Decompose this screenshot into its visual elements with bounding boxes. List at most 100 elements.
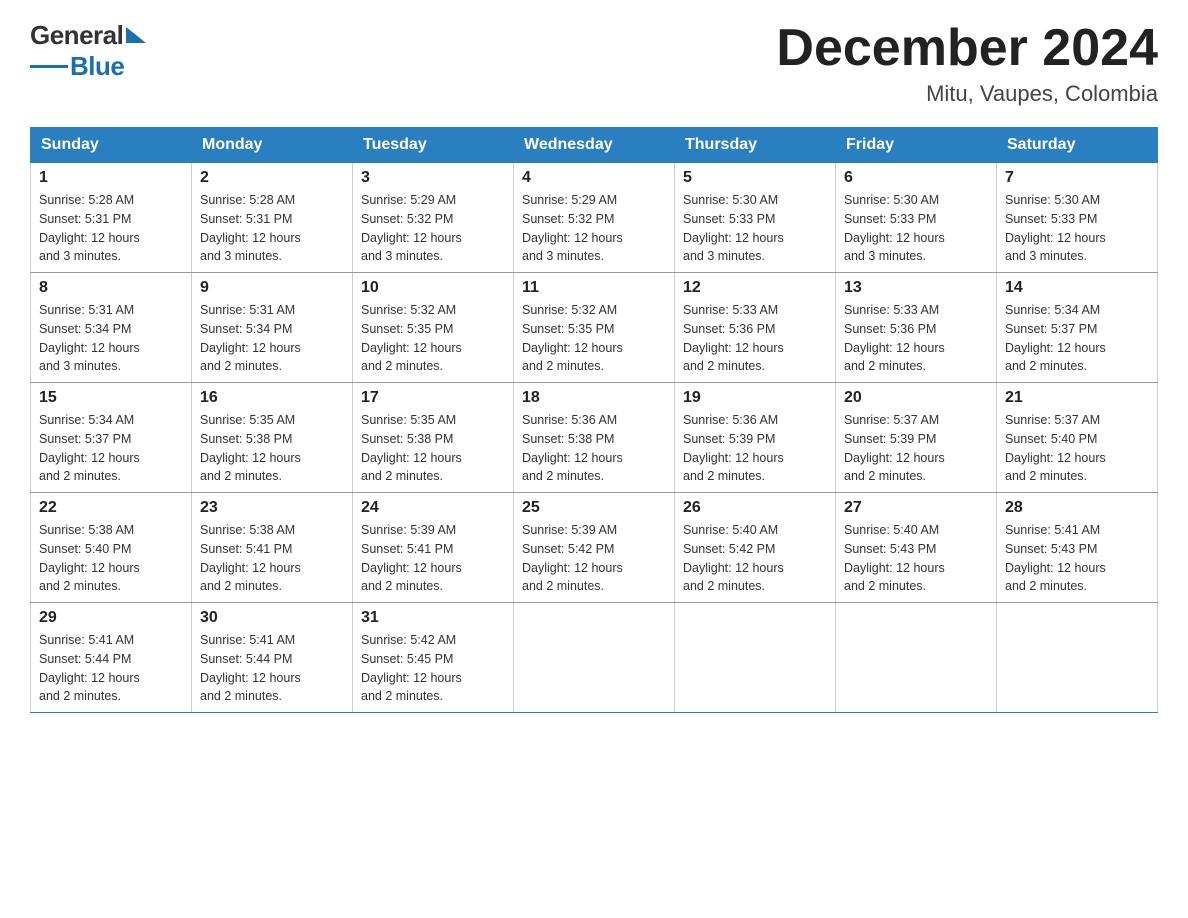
day-number: 25 xyxy=(522,499,666,517)
day-info: Sunrise: 5:28 AM Sunset: 5:31 PM Dayligh… xyxy=(39,191,183,266)
calendar-week-row-1: 1 Sunrise: 5:28 AM Sunset: 5:31 PM Dayli… xyxy=(31,163,1158,273)
day-number: 27 xyxy=(844,499,988,517)
day-number: 5 xyxy=(683,169,827,187)
day-info: Sunrise: 5:31 AM Sunset: 5:34 PM Dayligh… xyxy=(200,301,344,376)
day-number: 21 xyxy=(1005,389,1149,407)
day-number: 4 xyxy=(522,169,666,187)
day-number: 7 xyxy=(1005,169,1149,187)
calendar-cell: 11 Sunrise: 5:32 AM Sunset: 5:35 PM Dayl… xyxy=(514,273,675,383)
day-info: Sunrise: 5:28 AM Sunset: 5:31 PM Dayligh… xyxy=(200,191,344,266)
day-info: Sunrise: 5:31 AM Sunset: 5:34 PM Dayligh… xyxy=(39,301,183,376)
day-info: Sunrise: 5:35 AM Sunset: 5:38 PM Dayligh… xyxy=(361,411,505,486)
calendar-week-row-3: 15 Sunrise: 5:34 AM Sunset: 5:37 PM Dayl… xyxy=(31,383,1158,493)
day-info: Sunrise: 5:30 AM Sunset: 5:33 PM Dayligh… xyxy=(844,191,988,266)
calendar-cell: 8 Sunrise: 5:31 AM Sunset: 5:34 PM Dayli… xyxy=(31,273,192,383)
day-number: 1 xyxy=(39,169,183,187)
day-info: Sunrise: 5:35 AM Sunset: 5:38 PM Dayligh… xyxy=(200,411,344,486)
day-info: Sunrise: 5:36 AM Sunset: 5:39 PM Dayligh… xyxy=(683,411,827,486)
day-number: 15 xyxy=(39,389,183,407)
header-wednesday: Wednesday xyxy=(514,128,675,163)
calendar-cell xyxy=(675,603,836,713)
calendar-week-row-2: 8 Sunrise: 5:31 AM Sunset: 5:34 PM Dayli… xyxy=(31,273,1158,383)
calendar-cell: 21 Sunrise: 5:37 AM Sunset: 5:40 PM Dayl… xyxy=(997,383,1158,493)
calendar-cell: 5 Sunrise: 5:30 AM Sunset: 5:33 PM Dayli… xyxy=(675,163,836,273)
calendar-week-row-4: 22 Sunrise: 5:38 AM Sunset: 5:40 PM Dayl… xyxy=(31,493,1158,603)
calendar-cell: 10 Sunrise: 5:32 AM Sunset: 5:35 PM Dayl… xyxy=(353,273,514,383)
day-number: 6 xyxy=(844,169,988,187)
calendar-cell: 27 Sunrise: 5:40 AM Sunset: 5:43 PM Dayl… xyxy=(836,493,997,603)
calendar-cell: 9 Sunrise: 5:31 AM Sunset: 5:34 PM Dayli… xyxy=(192,273,353,383)
day-number: 3 xyxy=(361,169,505,187)
day-number: 14 xyxy=(1005,279,1149,297)
day-info: Sunrise: 5:32 AM Sunset: 5:35 PM Dayligh… xyxy=(522,301,666,376)
day-number: 23 xyxy=(200,499,344,517)
day-number: 2 xyxy=(200,169,344,187)
day-info: Sunrise: 5:34 AM Sunset: 5:37 PM Dayligh… xyxy=(1005,301,1149,376)
day-info: Sunrise: 5:37 AM Sunset: 5:40 PM Dayligh… xyxy=(1005,411,1149,486)
calendar-cell: 17 Sunrise: 5:35 AM Sunset: 5:38 PM Dayl… xyxy=(353,383,514,493)
calendar-cell xyxy=(514,603,675,713)
header-tuesday: Tuesday xyxy=(353,128,514,163)
calendar-cell: 20 Sunrise: 5:37 AM Sunset: 5:39 PM Dayl… xyxy=(836,383,997,493)
calendar-cell: 14 Sunrise: 5:34 AM Sunset: 5:37 PM Dayl… xyxy=(997,273,1158,383)
calendar-cell xyxy=(836,603,997,713)
calendar-cell: 25 Sunrise: 5:39 AM Sunset: 5:42 PM Dayl… xyxy=(514,493,675,603)
calendar-week-row-5: 29 Sunrise: 5:41 AM Sunset: 5:44 PM Dayl… xyxy=(31,603,1158,713)
calendar-cell: 31 Sunrise: 5:42 AM Sunset: 5:45 PM Dayl… xyxy=(353,603,514,713)
page-header: General Blue December 2024 Mitu, Vaupes,… xyxy=(30,20,1158,107)
calendar-cell: 13 Sunrise: 5:33 AM Sunset: 5:36 PM Dayl… xyxy=(836,273,997,383)
day-info: Sunrise: 5:41 AM Sunset: 5:43 PM Dayligh… xyxy=(1005,521,1149,596)
location-subtitle: Mitu, Vaupes, Colombia xyxy=(776,81,1158,107)
calendar-cell xyxy=(997,603,1158,713)
calendar-cell: 18 Sunrise: 5:36 AM Sunset: 5:38 PM Dayl… xyxy=(514,383,675,493)
calendar-cell: 3 Sunrise: 5:29 AM Sunset: 5:32 PM Dayli… xyxy=(353,163,514,273)
calendar-cell: 12 Sunrise: 5:33 AM Sunset: 5:36 PM Dayl… xyxy=(675,273,836,383)
header-sunday: Sunday xyxy=(31,128,192,163)
calendar-cell: 19 Sunrise: 5:36 AM Sunset: 5:39 PM Dayl… xyxy=(675,383,836,493)
logo-underline xyxy=(30,65,68,68)
calendar-cell: 7 Sunrise: 5:30 AM Sunset: 5:33 PM Dayli… xyxy=(997,163,1158,273)
calendar-cell: 22 Sunrise: 5:38 AM Sunset: 5:40 PM Dayl… xyxy=(31,493,192,603)
calendar-cell: 24 Sunrise: 5:39 AM Sunset: 5:41 PM Dayl… xyxy=(353,493,514,603)
calendar-table: Sunday Monday Tuesday Wednesday Thursday… xyxy=(30,127,1158,713)
calendar-cell: 16 Sunrise: 5:35 AM Sunset: 5:38 PM Dayl… xyxy=(192,383,353,493)
day-number: 13 xyxy=(844,279,988,297)
day-number: 20 xyxy=(844,389,988,407)
day-number: 16 xyxy=(200,389,344,407)
day-info: Sunrise: 5:32 AM Sunset: 5:35 PM Dayligh… xyxy=(361,301,505,376)
day-number: 10 xyxy=(361,279,505,297)
day-info: Sunrise: 5:37 AM Sunset: 5:39 PM Dayligh… xyxy=(844,411,988,486)
calendar-cell: 26 Sunrise: 5:40 AM Sunset: 5:42 PM Dayl… xyxy=(675,493,836,603)
logo-triangle-icon xyxy=(126,27,146,43)
day-info: Sunrise: 5:33 AM Sunset: 5:36 PM Dayligh… xyxy=(683,301,827,376)
logo-general-text: General xyxy=(30,20,123,51)
day-info: Sunrise: 5:29 AM Sunset: 5:32 PM Dayligh… xyxy=(361,191,505,266)
day-info: Sunrise: 5:33 AM Sunset: 5:36 PM Dayligh… xyxy=(844,301,988,376)
day-number: 17 xyxy=(361,389,505,407)
calendar-cell: 1 Sunrise: 5:28 AM Sunset: 5:31 PM Dayli… xyxy=(31,163,192,273)
day-info: Sunrise: 5:39 AM Sunset: 5:41 PM Dayligh… xyxy=(361,521,505,596)
day-number: 18 xyxy=(522,389,666,407)
logo-blue-text: Blue xyxy=(70,51,124,82)
calendar-header-row: Sunday Monday Tuesday Wednesday Thursday… xyxy=(31,128,1158,163)
calendar-cell: 15 Sunrise: 5:34 AM Sunset: 5:37 PM Dayl… xyxy=(31,383,192,493)
day-info: Sunrise: 5:40 AM Sunset: 5:43 PM Dayligh… xyxy=(844,521,988,596)
calendar-cell: 23 Sunrise: 5:38 AM Sunset: 5:41 PM Dayl… xyxy=(192,493,353,603)
logo: General Blue xyxy=(30,20,146,82)
day-number: 19 xyxy=(683,389,827,407)
day-number: 30 xyxy=(200,609,344,627)
day-number: 11 xyxy=(522,279,666,297)
month-title: December 2024 xyxy=(776,20,1158,77)
day-number: 9 xyxy=(200,279,344,297)
day-number: 28 xyxy=(1005,499,1149,517)
day-info: Sunrise: 5:39 AM Sunset: 5:42 PM Dayligh… xyxy=(522,521,666,596)
day-info: Sunrise: 5:36 AM Sunset: 5:38 PM Dayligh… xyxy=(522,411,666,486)
day-number: 24 xyxy=(361,499,505,517)
calendar-cell: 29 Sunrise: 5:41 AM Sunset: 5:44 PM Dayl… xyxy=(31,603,192,713)
day-info: Sunrise: 5:38 AM Sunset: 5:40 PM Dayligh… xyxy=(39,521,183,596)
header-friday: Friday xyxy=(836,128,997,163)
header-monday: Monday xyxy=(192,128,353,163)
day-info: Sunrise: 5:42 AM Sunset: 5:45 PM Dayligh… xyxy=(361,631,505,706)
title-block: December 2024 Mitu, Vaupes, Colombia xyxy=(776,20,1158,107)
day-info: Sunrise: 5:30 AM Sunset: 5:33 PM Dayligh… xyxy=(683,191,827,266)
